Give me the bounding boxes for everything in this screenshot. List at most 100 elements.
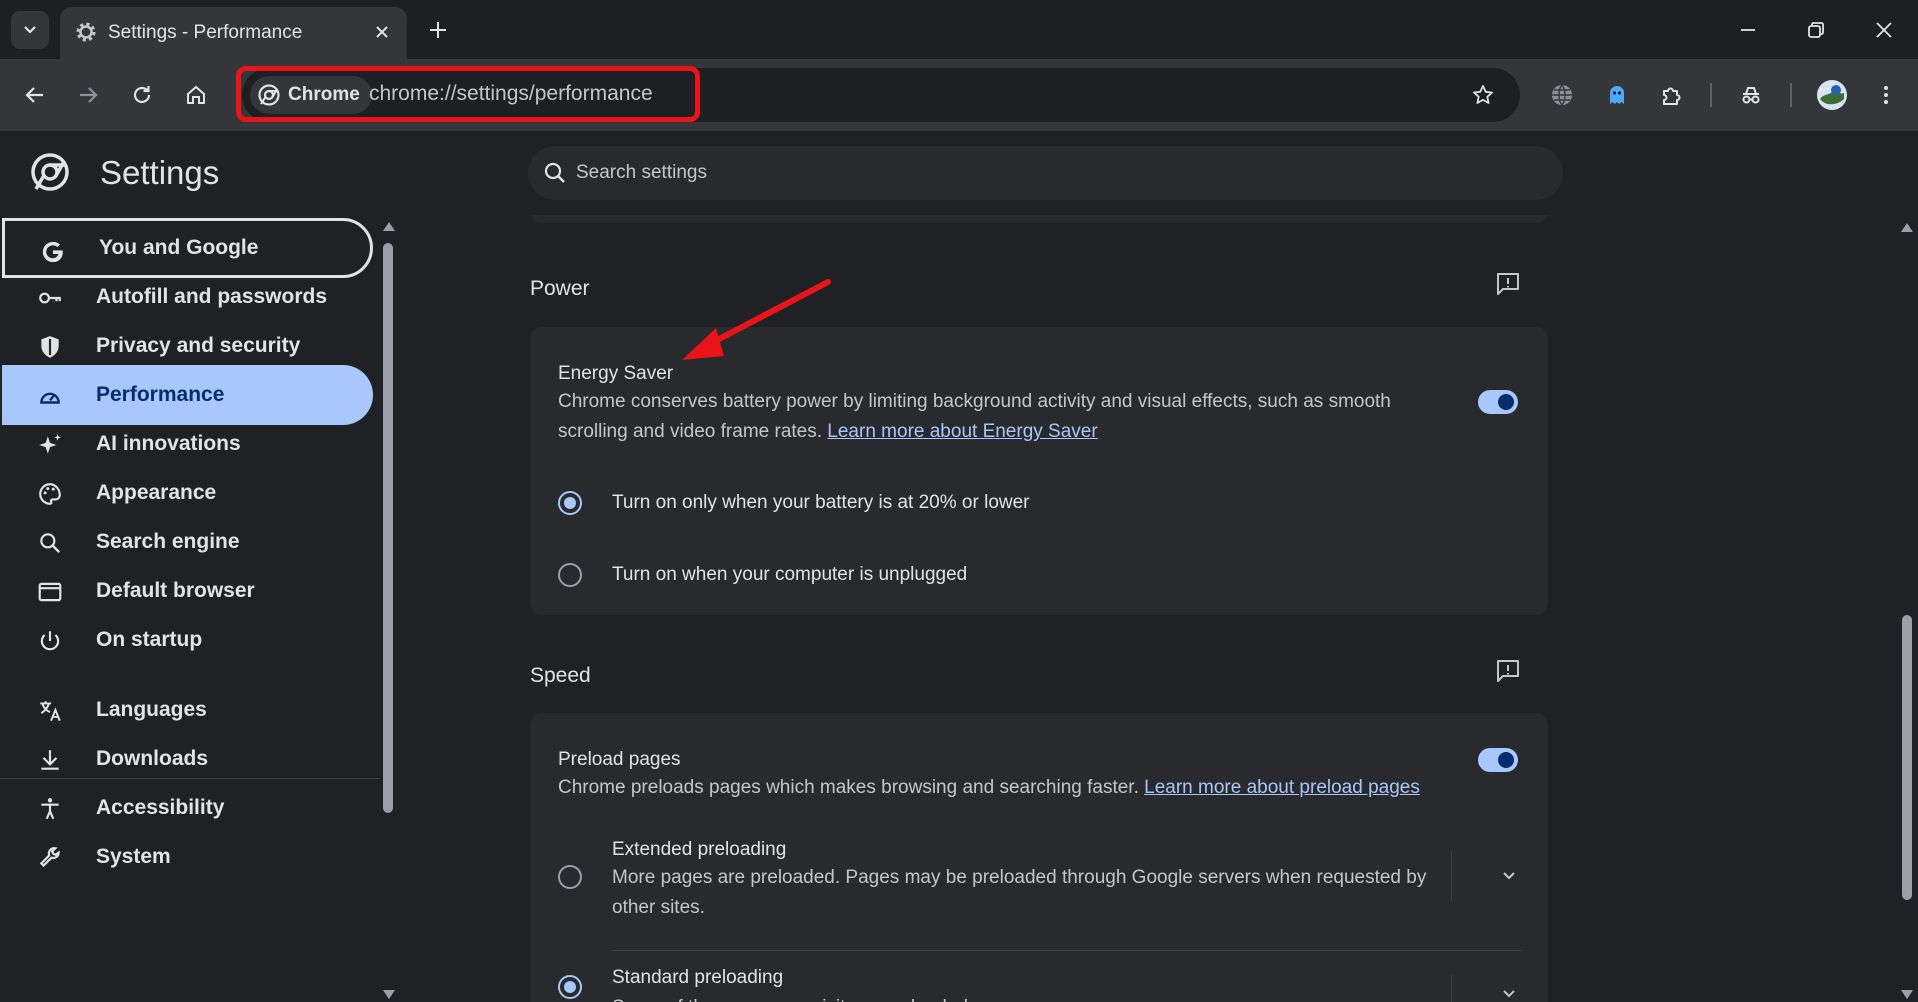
preload-pages-description: Chrome preloads pages which makes browsi…: [558, 777, 1420, 798]
chrome-logo-icon: [31, 153, 69, 191]
sidebar-item-label: Performance: [96, 383, 225, 406]
extended-preloading-title: Extended preloading: [612, 839, 787, 860]
settings-sidebar: You and Google Autofill and passwords Priv…: [0, 215, 398, 1002]
home-icon: [187, 85, 205, 104]
address-bar[interactable]: Chrome chrome://settings/performance: [242, 68, 1520, 122]
sidebar-item-label: Downloads: [96, 747, 209, 770]
energy-saver-learn-more-link[interactable]: Learn more about Energy Saver: [827, 421, 1097, 442]
accessibility-icon: [36, 795, 64, 823]
back-button[interactable]: [15, 75, 55, 115]
minimize-icon: [1741, 28, 1755, 31]
main-scroll-thumb[interactable]: [1902, 615, 1912, 900]
sidebar-item-label: System: [96, 845, 171, 868]
arrow-right-icon: [80, 87, 98, 103]
reload-icon: [133, 86, 151, 104]
expand-standard-preloading[interactable]: [1494, 979, 1524, 1002]
scroll-up-arrow-icon[interactable]: [1901, 223, 1913, 232]
translate-icon: [36, 697, 64, 725]
shield-icon: [36, 333, 64, 361]
active-tab[interactable]: Settings - Performance: [60, 7, 407, 59]
sidebar-item-label: Search engine: [96, 530, 240, 553]
more-vert-icon: [1884, 86, 1888, 104]
sidebar-item-label: Appearance: [96, 481, 217, 504]
section-title-power: Power: [530, 277, 590, 300]
google-g-icon: [39, 238, 67, 266]
forward-button[interactable]: [68, 75, 108, 115]
url-text[interactable]: chrome://settings/performance: [369, 82, 653, 106]
preload-pages-toggle[interactable]: [1478, 748, 1518, 772]
speedometer-icon: [36, 382, 64, 410]
extended-preloading-description: More pages are preloaded. Pages may be p…: [612, 867, 1427, 918]
energy-saver-title: Energy Saver: [558, 363, 674, 384]
previous-card-edge: [530, 215, 1548, 223]
minimize-button[interactable]: [1714, 0, 1782, 59]
key-icon: [36, 284, 64, 312]
close-icon: [376, 26, 388, 38]
home-button[interactable]: [176, 75, 216, 115]
scroll-down-arrow-icon[interactable]: [1901, 990, 1913, 999]
close-window-button[interactable]: [1850, 0, 1918, 59]
scroll-up-arrow-icon[interactable]: [383, 222, 395, 231]
toolbar-divider: [1790, 83, 1792, 107]
tab-search-button[interactable]: [11, 11, 49, 49]
chrome-logo-icon: [258, 84, 280, 106]
feedback-icon: [1497, 660, 1519, 682]
sparkle-icon: [36, 431, 64, 459]
site-info-chip[interactable]: Chrome: [250, 76, 372, 114]
ghost-extension-button[interactable]: [1597, 75, 1637, 115]
sidebar-scroll-thumb[interactable]: [383, 243, 393, 813]
restore-button[interactable]: [1782, 0, 1850, 59]
sidebar-item-system[interactable]: System: [2, 827, 373, 887]
star-icon: [1473, 85, 1493, 104]
search-input[interactable]: [576, 146, 1536, 200]
globe-extension-button[interactable]: [1542, 75, 1582, 115]
radio-standard-preloading[interactable]: [558, 975, 582, 999]
settings-header: Settings: [0, 131, 1918, 215]
plus-icon: [430, 22, 446, 38]
sidebar-item-label: On startup: [96, 628, 203, 651]
tab-strip: Settings - Performance: [0, 0, 1918, 59]
browser-toolbar: Chrome chrome://settings/performance: [0, 59, 1918, 131]
arrow-left-icon: [25, 87, 43, 103]
preload-pages-card: Preload pages Chrome preloads pages whic…: [530, 713, 1548, 1002]
preload-pages-title: Preload pages: [558, 749, 681, 770]
globe-icon: [1552, 84, 1572, 106]
download-icon: [36, 746, 64, 774]
sidebar-item-label: Privacy and security: [96, 334, 301, 357]
radio-extended-preloading[interactable]: [558, 865, 582, 889]
sidebar-item-label: Default browser: [96, 579, 255, 602]
toolbar-divider: [1710, 83, 1712, 107]
reload-button[interactable]: [122, 75, 162, 115]
bookmark-button[interactable]: [1468, 80, 1498, 110]
restore-icon: [1808, 21, 1824, 38]
avatar: [1817, 80, 1847, 110]
preload-learn-more-link[interactable]: Learn more about preload pages: [1144, 777, 1420, 798]
ghost-icon: [1610, 86, 1624, 104]
radio-unplugged[interactable]: [558, 563, 582, 587]
scroll-down-arrow-icon[interactable]: [383, 990, 395, 999]
energy-saver-description: Chrome conserves battery power by limiti…: [558, 391, 1391, 442]
search-icon: [36, 529, 64, 557]
radio-label-unplugged: Turn on when your computer is unplugged: [612, 564, 968, 585]
power-icon: [36, 627, 64, 655]
tab-close-button[interactable]: [369, 19, 395, 45]
expand-extended-preloading[interactable]: [1494, 861, 1524, 891]
energy-saver-toggle[interactable]: [1478, 390, 1518, 414]
radio-label-battery-20: Turn on only when your battery is at 20%…: [612, 492, 1030, 513]
option-separator: [612, 950, 1522, 951]
sidebar-item-label: AI innovations: [96, 432, 241, 455]
menu-button[interactable]: [1866, 75, 1906, 115]
profile-button[interactable]: [1812, 75, 1852, 115]
incognito-button[interactable]: [1731, 75, 1771, 115]
sidebar-item-on-startup[interactable]: On startup: [2, 610, 373, 670]
feedback-button[interactable]: [1493, 656, 1523, 686]
extensions-button[interactable]: [1652, 75, 1692, 115]
search-settings-box[interactable]: [528, 146, 1563, 200]
gear-icon: [76, 22, 96, 42]
chip-label: Chrome: [288, 84, 360, 105]
radio-battery-20[interactable]: [558, 491, 582, 515]
feedback-button[interactable]: [1493, 269, 1523, 299]
chevron-down-icon: [1503, 990, 1515, 998]
new-tab-button[interactable]: [421, 13, 455, 47]
chevron-down-icon: [24, 26, 36, 34]
